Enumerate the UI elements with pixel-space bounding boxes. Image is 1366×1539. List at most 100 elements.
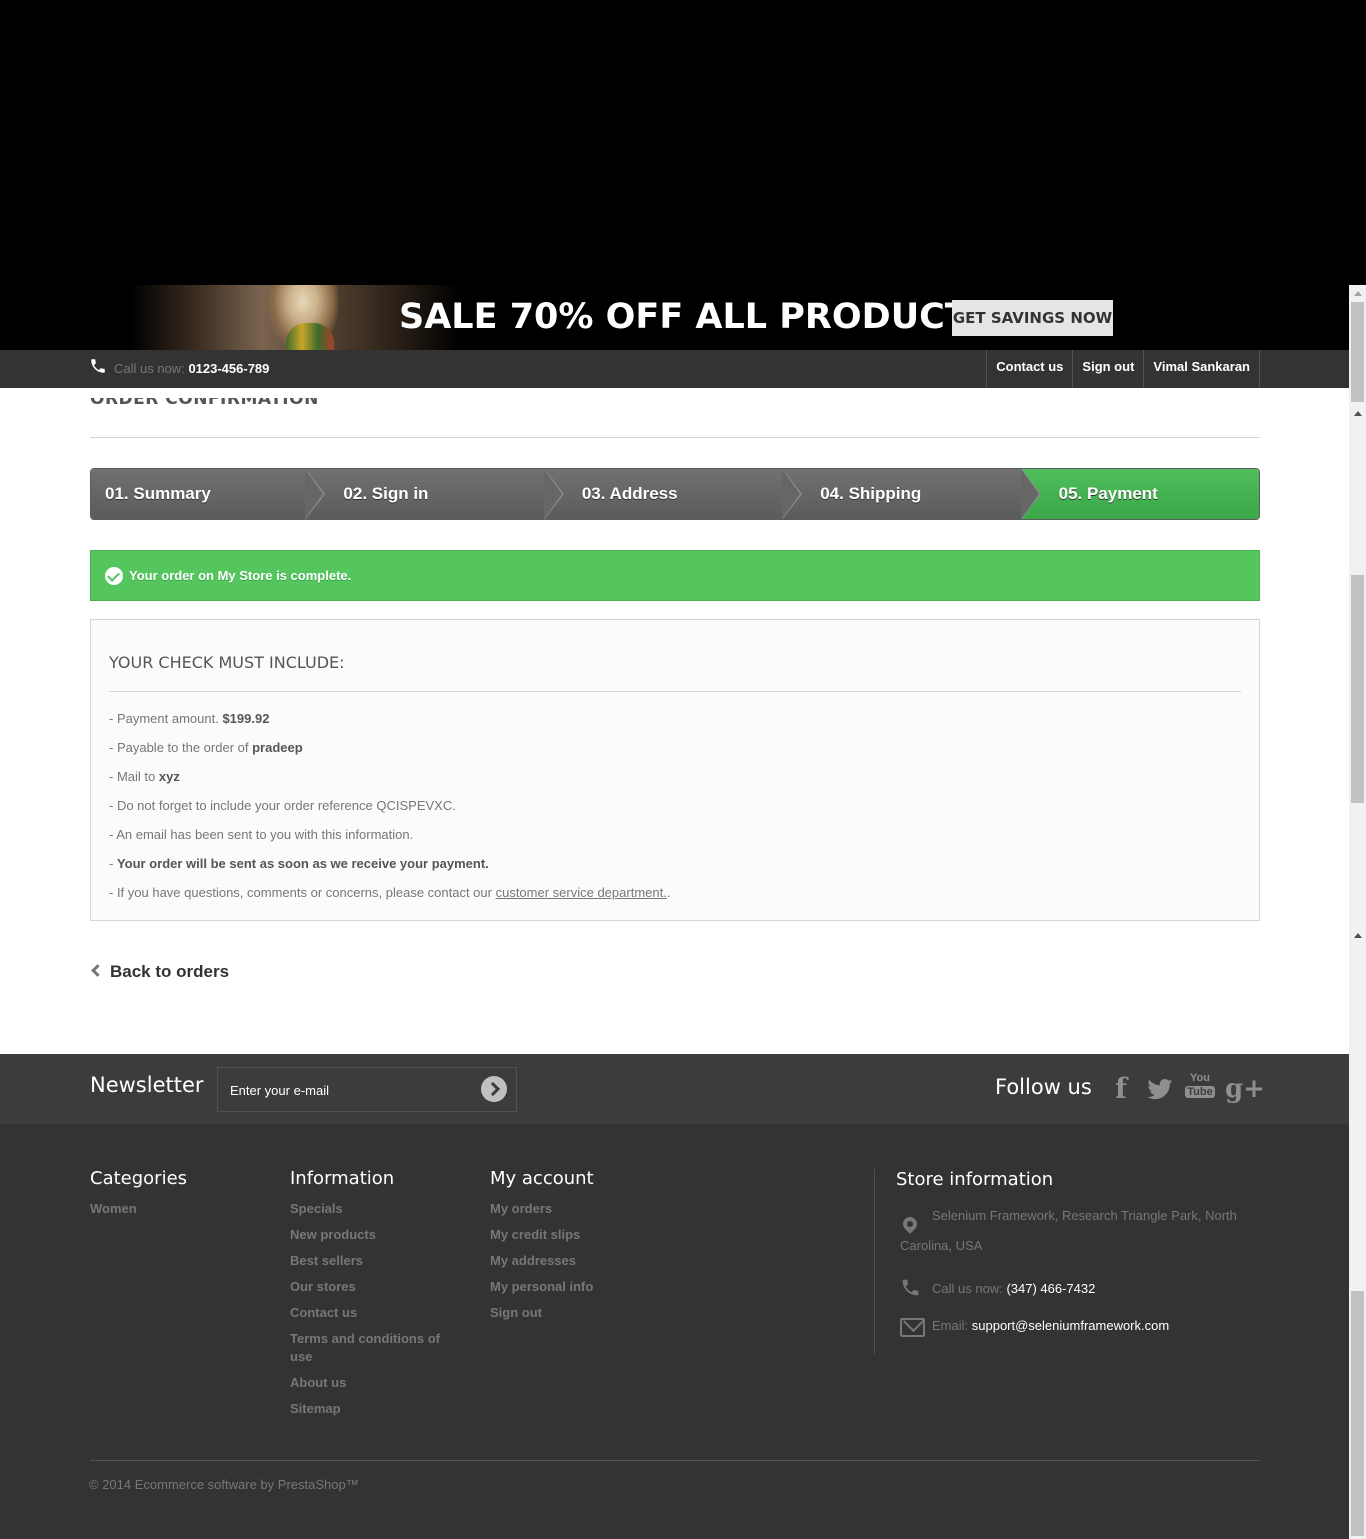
footer-link-personal-info[interactable]: My personal info	[490, 1278, 594, 1296]
step-label: 01. Summary	[105, 484, 211, 503]
back-to-orders-link[interactable]: Back to orders	[90, 962, 229, 982]
contact-us-link[interactable]: Contact us	[987, 350, 1074, 388]
footer-link-our-stores[interactable]: Our stores	[290, 1278, 460, 1296]
newsletter-submit-icon[interactable]	[481, 1076, 507, 1102]
sign-out-link[interactable]: Sign out	[1073, 350, 1145, 388]
page-scrollbar[interactable]	[1349, 285, 1366, 1539]
address-line-1: Selenium Framework, Research Triangle Pa…	[932, 1208, 1237, 1223]
scrollbar-thumb[interactable]	[1351, 302, 1364, 402]
step-label: 03. Address	[581, 484, 678, 503]
phone-icon	[91, 359, 105, 373]
footer-link-terms[interactable]: Terms and conditions of use	[290, 1330, 460, 1366]
top-blank-area	[0, 0, 1349, 285]
header-user-links: Contact us Sign out Vimal Sankaran	[986, 350, 1260, 388]
youtube-icon[interactable]: You Tube	[1185, 1072, 1215, 1106]
scrollbar-thumb[interactable]	[1351, 575, 1364, 803]
footer-divider	[90, 1460, 1260, 1461]
twitter-icon[interactable]	[1145, 1072, 1175, 1106]
footer-link-specials[interactable]: Specials	[290, 1200, 460, 1218]
store-information: Store information Selenium Framework, Re…	[874, 1169, 1264, 1354]
footer-link-my-addresses[interactable]: My addresses	[490, 1252, 594, 1270]
alert-text: Your order on My Store is complete.	[129, 568, 352, 583]
newsletter-email-input[interactable]: Enter your e-mail	[217, 1067, 517, 1112]
store-address: Selenium Framework, Research Triangle Pa…	[896, 1207, 1264, 1267]
mail-to-line: - Mail to xyz	[109, 769, 670, 798]
line-label: - Payable to the order of	[109, 740, 249, 755]
footer-my-account: My account My orders My credit slips My …	[490, 1168, 594, 1330]
page-title-text: ORDER CONFIRMATION	[90, 398, 319, 409]
order-sent-text: Your order will be sent as soon as we re…	[116, 856, 489, 871]
footer-link-sitemap[interactable]: Sitemap	[290, 1400, 460, 1418]
top-nav-bar: Call us now: 0123-456-789 Contact us Sig…	[0, 350, 1349, 388]
line-label: - Payment amount.	[109, 711, 219, 726]
step-payment: 05. Payment	[1020, 469, 1259, 519]
footer-link-new-products[interactable]: New products	[290, 1226, 460, 1244]
address-line-2: Carolina, USA	[900, 1238, 983, 1253]
customer-service-link[interactable]: customer service department.	[496, 885, 667, 900]
call-us-text: Call us now: 0123-456-789	[114, 361, 269, 376]
store-phone: Call us now: (347) 466-7432	[896, 1279, 1264, 1306]
google-plus-icon[interactable]: g+	[1225, 1072, 1265, 1106]
step-arrow	[543, 469, 562, 519]
my-account-title: My account	[490, 1168, 594, 1189]
scroll-up-arrow[interactable]	[1354, 291, 1362, 296]
follow-us-title: Follow us	[995, 1075, 1092, 1099]
call-us-label: Call us now:	[114, 361, 185, 376]
check-circle-icon	[105, 567, 123, 585]
store-info-title: Store information	[896, 1169, 1054, 1190]
line-prefix: -	[109, 856, 117, 871]
scroll-up-arrow[interactable]	[1354, 411, 1362, 416]
step-label: 05. Payment	[1058, 484, 1158, 503]
store-call-value: (347) 466-7432	[1006, 1281, 1096, 1296]
check-instructions-box: YOUR CHECK MUST INCLUDE: - Payment amoun…	[90, 619, 1260, 921]
questions-line: - If you have questions, comments or con…	[109, 885, 670, 914]
phone-icon	[902, 1279, 919, 1296]
account-name-link[interactable]: Vimal Sankaran	[1144, 350, 1260, 388]
payment-amount-line: - Payment amount. $199.92	[109, 711, 670, 740]
get-savings-button[interactable]: GET SAVINGS NOW	[952, 300, 1113, 336]
categories-title: Categories	[90, 1168, 188, 1189]
envelope-icon	[900, 1318, 925, 1337]
youtube-text-bottom: Tube	[1185, 1086, 1215, 1098]
store-email: Email: support@seleniumframework.com	[896, 1318, 1264, 1343]
banner-headline: SALE 70% OFF ALL PRODUCTS	[399, 297, 994, 337]
payable-to-value: pradeep	[252, 740, 303, 755]
step-arrow	[1020, 469, 1039, 519]
instructions-list: - Payment amount. $199.92 - Payable to t…	[109, 711, 670, 914]
store-email-link[interactable]: support@seleniumframework.com	[972, 1318, 1169, 1333]
promo-banner[interactable]: SALE 70% OFF ALL PRODUCTS GET SAVINGS NO…	[0, 285, 1349, 350]
footer-link-best-sellers[interactable]: Best sellers	[290, 1252, 460, 1270]
line-label: - If you have questions, comments or con…	[109, 885, 496, 900]
step-sign-in: 02. Sign in	[305, 469, 564, 519]
payment-amount-value: $199.92	[222, 711, 270, 726]
copyright-text[interactable]: © 2014 Ecommerce software by PrestaShop™	[89, 1477, 359, 1492]
scroll-up-arrow[interactable]	[1354, 933, 1362, 938]
footer-information: Information Specials New products Best s…	[290, 1168, 460, 1426]
footer-link-women[interactable]: Women	[90, 1200, 187, 1218]
order-complete-alert: Your order on My Store is complete.	[90, 550, 1260, 601]
youtube-text-top: You	[1190, 1072, 1210, 1084]
scrollbar-thumb[interactable]	[1351, 1291, 1364, 1536]
order-sent-line: - Your order will be sent as soon as we …	[109, 856, 670, 885]
mail-to-value: xyz	[158, 769, 180, 784]
line-end: .	[666, 885, 671, 900]
order-reference-line: - Do not forget to include your order re…	[109, 798, 456, 813]
footer-link-contact-us[interactable]: Contact us	[290, 1304, 460, 1322]
footer-link-about-us[interactable]: About us	[290, 1374, 460, 1392]
banner-model-dress	[286, 323, 334, 350]
box-title: YOUR CHECK MUST INCLUDE:	[109, 653, 1241, 692]
page-title: ORDER CONFIRMATION	[90, 398, 1260, 438]
step-shipping: 04. Shipping	[782, 469, 1041, 519]
footer-link-my-orders[interactable]: My orders	[490, 1200, 594, 1218]
newsletter-bar: Newsletter Enter your e-mail Follow us f…	[0, 1054, 1349, 1124]
email-sent-line: - An email has been sent to you with thi…	[109, 827, 414, 842]
back-to-orders-label: Back to orders	[110, 962, 230, 981]
footer-link-sign-out[interactable]: Sign out	[490, 1304, 594, 1322]
facebook-icon[interactable]: f	[1106, 1072, 1136, 1106]
payable-to-line: - Payable to the order of pradeep	[109, 740, 670, 769]
footer-link-credit-slips[interactable]: My credit slips	[490, 1226, 594, 1244]
main-content: ORDER CONFIRMATION 01. Summary 02. Sign …	[0, 388, 1349, 1054]
step-arrow	[782, 469, 801, 519]
step-address: 03. Address	[543, 469, 803, 519]
newsletter-placeholder: Enter your e-mail	[230, 1083, 329, 1098]
